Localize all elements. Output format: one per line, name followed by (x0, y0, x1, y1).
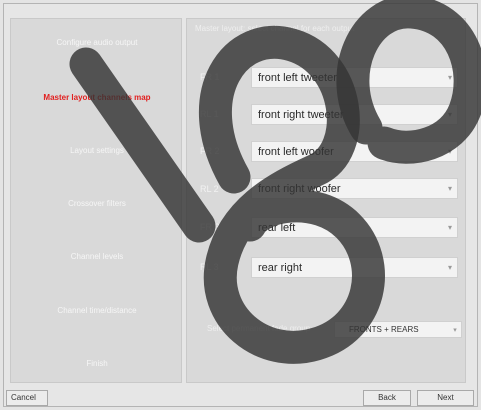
fade-group-label: Select permanent fade group (207, 324, 311, 333)
sidebar-item-channel-time-distance[interactable]: Channel time/distance (17, 306, 177, 320)
channel-select-value: front right tweeter (258, 108, 344, 121)
channel-select-value: front right woofer (258, 182, 341, 195)
channel-map-panel: Master layout: select channel for each o… (186, 18, 466, 383)
chevron-down-icon: ▾ (453, 326, 457, 334)
channel-select-value: front left woofer (258, 145, 334, 158)
channel-select-value: rear right (258, 261, 303, 274)
channel-select-4[interactable]: front right woofer ▾ (251, 178, 458, 199)
chevron-down-icon: ▾ (447, 184, 452, 193)
channel-label: FR 3 (200, 222, 220, 232)
sidebar-item-finish[interactable]: Finish (17, 359, 177, 373)
channel-label: FR 2 (200, 146, 220, 156)
channel-select-2[interactable]: front right tweeter ▾ (251, 104, 458, 125)
channel-label: RL 2 (200, 184, 219, 194)
next-button[interactable]: Next (417, 390, 474, 406)
chevron-down-icon: ▾ (447, 110, 452, 119)
fade-group-select[interactable]: FRONTS + REARS ▾ (334, 321, 462, 338)
wizard-steps-sidebar: Configure audio output Master layout cha… (10, 18, 182, 383)
chevron-down-icon: ▾ (447, 147, 452, 156)
channel-select-5[interactable]: rear left ▾ (251, 217, 458, 238)
channel-label: FR 1 (200, 72, 220, 82)
channel-label: RL 1 (200, 109, 219, 119)
channel-select-value: rear left (258, 221, 296, 234)
channel-select-1[interactable]: front left tweeter ▾ (251, 67, 458, 88)
back-button[interactable]: Back (363, 390, 411, 406)
chevron-down-icon: ▾ (447, 263, 452, 272)
sidebar-item-crossover-filters[interactable]: Crossover filters (17, 199, 177, 213)
channel-select-3[interactable]: front left woofer ▾ (251, 141, 458, 162)
chevron-down-icon: ▾ (447, 223, 452, 232)
chevron-down-icon: ▾ (447, 73, 452, 82)
panel-title: Master layout: select channel for each o… (195, 24, 355, 33)
sidebar-item-layout-settings[interactable]: Layout settings (17, 146, 177, 160)
fade-group-value: FRONTS + REARS (349, 325, 419, 334)
sidebar-item-master-layout-channels-map[interactable]: Master layout channels map (17, 93, 177, 107)
cancel-button[interactable]: Cancel (6, 390, 48, 406)
sidebar-item-configure-audio-output[interactable]: Configure audio output (17, 38, 177, 52)
sidebar-item-channel-levels[interactable]: Channel levels (17, 252, 177, 266)
channel-label: RL 3 (200, 262, 219, 272)
channel-select-value: front left tweeter (258, 71, 337, 84)
channel-select-6[interactable]: rear right ▾ (251, 257, 458, 278)
